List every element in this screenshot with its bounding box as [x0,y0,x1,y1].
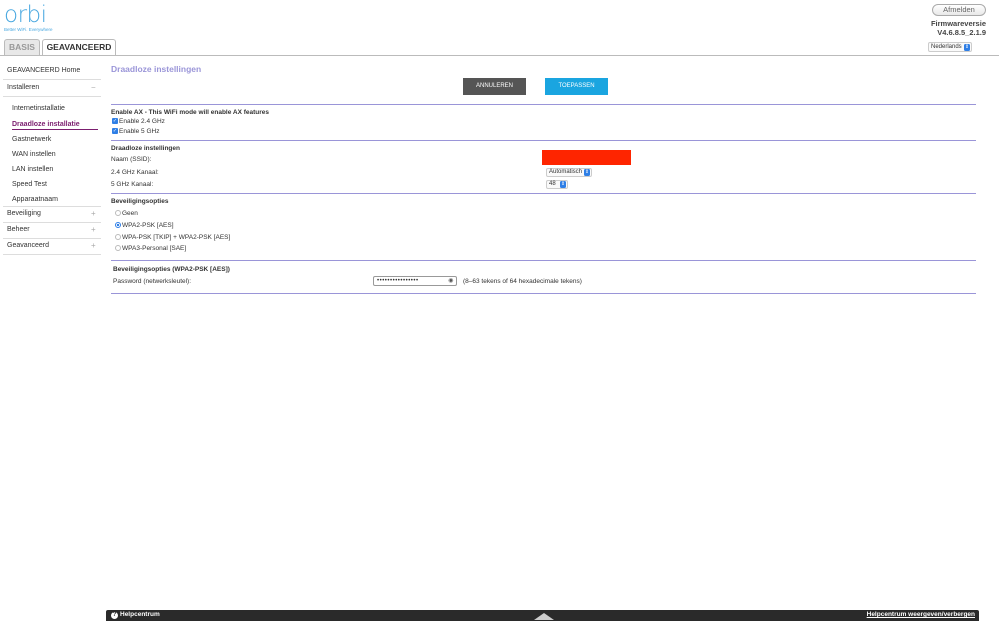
collapse-icon[interactable]: − [91,83,96,92]
security-radio-wpa3[interactable] [115,245,121,251]
sidebar-divider [3,79,101,80]
sidebar-divider [3,222,101,223]
section-divider [111,140,976,141]
channel-24-label: 2.4 GHz Kanaal: [111,169,159,176]
sidebar-item-install[interactable]: Installeren [7,84,39,91]
section-divider [111,104,976,105]
security-option-wpa3: WPA3-Personal [SAE] [122,245,187,252]
firmware-label: Firmwareversie [930,19,986,28]
section-divider [111,293,976,294]
enable-24ghz-checkbox[interactable]: ✓ [112,118,118,124]
sidebar-divider [3,238,101,239]
enable-5ghz-label: Enable 5 GHz [119,128,160,135]
enable-24ghz-label: Enable 2.4 GHz [119,118,165,125]
security-option-none: Geen [122,210,138,217]
language-select[interactable]: Nederlands ⇕ [928,42,972,52]
help-toggle-link[interactable]: Helpcentrum weergeven/verbergen [867,611,975,618]
security-radio-wpa-mixed[interactable] [115,234,121,240]
sidebar-item-advanced[interactable]: Geavanceerd [7,242,49,249]
sidebar-subitem-lan[interactable]: LAN instellen [12,166,53,173]
logo-wordmark: orbi [4,2,47,28]
eye-icon[interactable]: ◉ [448,277,454,285]
expand-icon[interactable]: + [91,241,96,250]
ax-section-title: Enable AX - This WiFi mode will enable A… [111,109,270,116]
security-radio-wpa2[interactable] [115,222,121,228]
header-divider [0,55,999,56]
sidebar-subitem-wireless[interactable]: Draadloze installatie [12,121,80,128]
expand-icon[interactable]: + [91,225,96,234]
channel-24-value: Automatisch [549,169,583,175]
tab-advanced[interactable]: GEAVANCEERD [42,39,116,56]
security-section-title: Beveiligingsopties [111,198,169,205]
ssid-label: Naam (SSID): [111,156,152,163]
sidebar-divider [3,96,101,97]
arrow-up-icon[interactable] [534,613,554,620]
sidebar-item-home[interactable]: GEAVANCEERD Home [7,67,80,74]
channel-5-label: 5 GHz Kanaal: [111,181,154,188]
active-underline [12,129,98,130]
section-divider [111,193,976,194]
logo-tagline: Better WiFi. Everywhere [4,27,53,32]
sidebar-item-security[interactable]: Beveiliging [7,210,41,217]
channel-5-value: 48 [549,181,556,187]
channel-5-select[interactable]: 48 ⇕ [546,180,568,189]
chevron-updown-icon: ⇕ [964,44,970,51]
sidebar-divider [3,206,101,207]
page-title: Draadloze instellingen [111,64,202,74]
wpa2-section-title: Beveiligingsopties (WPA2-PSK [AES]) [113,266,230,273]
language-value: Nederlands [931,44,962,50]
sidebar-item-management[interactable]: Beheer [7,226,30,233]
chevron-updown-icon: ⇕ [584,169,590,176]
ssid-input[interactable] [542,150,631,165]
sidebar-divider [3,254,101,255]
orbi-logo: orbi Better WiFi. Everywhere [4,2,53,32]
help-center-label[interactable]: ? Helpcentrum [111,611,160,619]
password-value: •••••••••••••••• [377,278,419,284]
logout-button[interactable]: Afmelden [932,4,986,16]
security-option-wpa2: WPA2-PSK [AES] [122,222,174,229]
sidebar-subitem-speedtest[interactable]: Speed Test [12,181,47,188]
section-divider [111,260,976,261]
sidebar-subitem-internet[interactable]: Internetinstallatie [12,105,65,112]
security-option-wpa-mixed: WPA-PSK [TKIP] + WPA2-PSK [AES] [122,234,231,241]
firmware-version: V4.6.8.5_2.1.9 [937,28,986,37]
expand-icon[interactable]: + [91,209,96,218]
apply-button[interactable]: TOEPASSEN [545,78,608,95]
password-hint: (8–63 tekens of 64 hexadecimale tekens) [463,278,582,285]
question-icon: ? [111,612,118,619]
sidebar-subitem-wan[interactable]: WAN instellen [12,151,56,158]
security-radio-none[interactable] [115,210,121,216]
sidebar-subitem-devicename[interactable]: Apparaatnaam [12,196,58,203]
tab-basic[interactable]: BASIS [4,39,40,55]
sidebar-subitem-guest[interactable]: Gastnetwerk [12,136,51,143]
enable-5ghz-checkbox[interactable]: ✓ [112,128,118,134]
cancel-button[interactable]: ANNULEREN [463,78,526,95]
channel-24-select[interactable]: Automatisch ⇕ [546,168,592,177]
wireless-section-title: Draadloze instellingen [111,145,180,152]
chevron-updown-icon: ⇕ [560,181,566,188]
help-center-text: Helpcentrum [120,611,160,618]
help-center-bar: ? Helpcentrum Helpcentrum weergeven/verbe… [106,610,979,621]
password-label: Password (netwerksleutel): [113,278,192,285]
password-input[interactable]: •••••••••••••••• ◉ [373,276,457,286]
